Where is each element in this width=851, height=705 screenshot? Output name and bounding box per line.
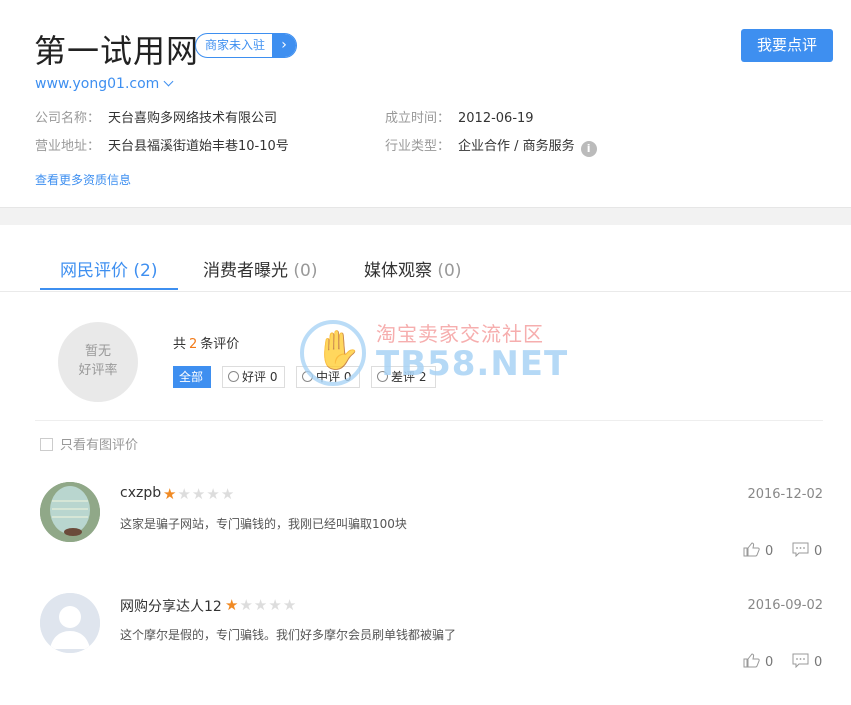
site-url-link[interactable]: www.yong01.com: [35, 76, 174, 92]
star-empty-icon: ★: [268, 596, 283, 614]
tab-consumer-exposure[interactable]: 消费者曝光 (0): [203, 256, 318, 281]
review-item: cxzpb ★★★★★ 2016-12-02 这家是骗子网站，专门骗钱的，我刚已…: [0, 482, 851, 592]
positive-rate-circle: 暂无 好评率: [58, 322, 138, 402]
star-filled-icon: ★: [163, 485, 178, 503]
watermark-cn: 淘宝卖家交流社区: [376, 322, 544, 346]
tab-count: (0): [293, 261, 318, 281]
watermark: ✋ 淘宝卖家交流社区 TB58.NET: [300, 318, 567, 388]
watermark-en: TB58.NET: [376, 344, 569, 384]
chevron-down-icon: [163, 76, 174, 87]
tab-netizen-reviews[interactable]: 网民评价 (2): [60, 256, 158, 281]
tab-count: (2): [133, 261, 158, 281]
avatar[interactable]: [40, 593, 100, 653]
founded-row: 成立时间： 2012-06-19: [385, 107, 534, 126]
company-name-row: 公司名称： 天台喜购多网络技术有限公司: [35, 107, 277, 126]
reviews-card: 网民评价 (2) 消费者曝光 (0) 媒体观察 (0) 暂无 好评率 共 2 条评价…: [0, 225, 851, 705]
review-username[interactable]: 网购分享达人12: [120, 596, 222, 616]
rate-line2: 好评率: [78, 363, 118, 378]
filter-good-button[interactable]: 好评 0: [222, 366, 285, 388]
review-item: 网购分享达人12 ★★★★★ 2016-09-02 这个摩尔是假的，专门骗钱。我…: [0, 593, 851, 703]
founded-value: 2012-06-19: [458, 111, 534, 126]
tab-media-observation[interactable]: 媒体观察 (0): [364, 256, 462, 281]
company-name-label: 公司名称：: [35, 111, 101, 126]
thumbs-up-icon: [743, 653, 760, 668]
comment-button[interactable]: 0: [792, 651, 822, 670]
more-credentials-link[interactable]: 查看更多资质信息: [35, 171, 131, 188]
merchant-status-label: 商家未入驻: [204, 38, 265, 52]
tab-count: (0): [437, 261, 462, 281]
comment-count: 0: [814, 655, 823, 670]
rating-stars: ★★★★★: [163, 485, 235, 503]
star-empty-icon: ★: [253, 596, 269, 614]
pic-only-label: 只看有图评价: [60, 438, 139, 453]
star-empty-icon: ★: [239, 596, 254, 614]
review-date: 2016-09-02: [747, 598, 823, 613]
thumbs-up-icon: [743, 542, 760, 557]
merchant-status-button[interactable]: 商家未入驻 ›: [195, 33, 297, 58]
summary-divider: [35, 420, 823, 421]
company-title: 第一试用网: [34, 32, 200, 70]
star-filled-icon: ★: [225, 596, 240, 614]
total-prefix: 共: [173, 337, 187, 352]
review-text: 这个摩尔是假的，专门骗钱。我们好多摩尔会员刷单钱都被骗了: [120, 628, 457, 642]
hand-icon: ✋: [314, 328, 362, 372]
rating-stars: ★★★★★: [225, 596, 297, 614]
site-url-text: www.yong01.com: [35, 76, 160, 92]
info-icon[interactable]: i: [580, 141, 597, 157]
review-tabs: 网民评价 (2) 消费者曝光 (0) 媒体观察 (0): [0, 225, 851, 292]
comment-count: 0: [814, 544, 823, 559]
review-total: 共 2 条评价: [173, 333, 239, 352]
total-suffix: 条评价: [200, 337, 240, 352]
star-empty-icon: ★: [191, 485, 207, 503]
industry-row: 行业类型： 企业合作 / 商务服务 i: [385, 135, 597, 157]
address-value: 天台县福溪街道始丰巷10-10号: [108, 139, 289, 154]
review-date: 2016-12-02: [747, 487, 823, 502]
star-empty-icon: ★: [282, 596, 298, 614]
founded-label: 成立时间：: [385, 111, 451, 126]
total-count: 2: [189, 337, 198, 352]
filter-all-button[interactable]: 全部: [173, 366, 211, 388]
address-label: 营业地址：: [35, 139, 101, 154]
smile-face-icon: [228, 371, 239, 382]
star-empty-icon: ★: [220, 485, 236, 503]
active-tab-indicator: [40, 288, 178, 290]
write-review-button[interactable]: 我要点评: [741, 29, 833, 62]
tab-label: 消费者曝光: [203, 261, 288, 281]
star-empty-icon: ★: [177, 485, 192, 503]
chevron-right-icon: ›: [272, 34, 296, 57]
filter-good-label: 好评 0: [242, 370, 278, 384]
review-text: 这家是骗子网站，专门骗钱的，我刚已经叫骗取100块: [120, 517, 407, 531]
comment-icon: [792, 542, 809, 557]
avatar[interactable]: [40, 482, 100, 542]
tab-label: 媒体观察: [364, 261, 432, 281]
industry-label: 行业类型：: [385, 139, 451, 154]
review-username[interactable]: cxzpb: [120, 485, 161, 501]
like-button[interactable]: 0: [743, 540, 773, 559]
industry-value: 企业合作 / 商务服务: [458, 139, 575, 154]
tab-label: 网民评价: [60, 261, 128, 281]
company-card: 第一试用网 商家未入驻 › 我要点评 www.yong01.com 公司名称： 天…: [0, 0, 851, 208]
rate-line1: 暂无: [84, 344, 111, 359]
address-row: 营业地址： 天台县福溪街道始丰巷10-10号: [35, 135, 289, 154]
like-count: 0: [765, 655, 774, 670]
checkbox-icon[interactable]: [40, 438, 53, 451]
comment-button[interactable]: 0: [792, 540, 822, 559]
star-empty-icon: ★: [206, 485, 221, 503]
like-button[interactable]: 0: [743, 651, 773, 670]
pic-only-filter[interactable]: 只看有图评价: [40, 434, 138, 453]
comment-icon: [792, 653, 809, 668]
default-user-icon: [40, 593, 100, 653]
like-count: 0: [765, 544, 774, 559]
company-name-value: 天台喜购多网络技术有限公司: [108, 111, 278, 126]
